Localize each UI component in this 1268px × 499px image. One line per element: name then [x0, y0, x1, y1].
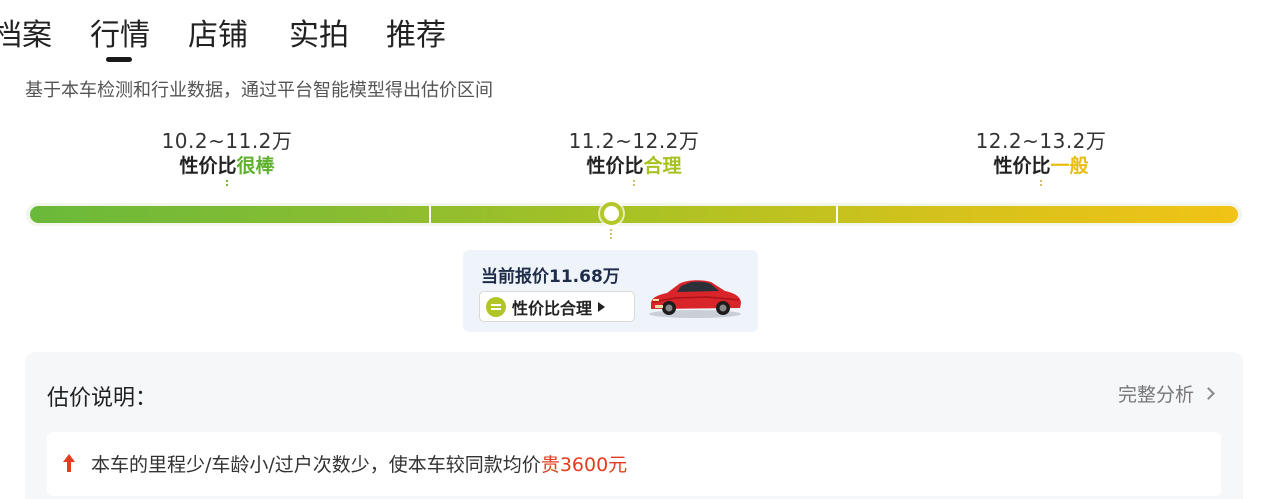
price-difference-highlight: 贵3600元 — [540, 454, 628, 476]
current-price-marker — [600, 202, 623, 225]
range-rating: 性价比很棒 — [97, 154, 357, 178]
price-bar — [30, 206, 1238, 223]
price-difference-note: 本车的里程少/车龄小/过户次数少，使本车较同款均价贵3600元 — [47, 432, 1221, 496]
active-tab-indicator — [106, 57, 132, 62]
marker-connector — [610, 229, 612, 241]
rating-level: 合理 — [643, 155, 682, 177]
tab-photos[interactable]: 实拍 — [289, 14, 349, 58]
note-text: 本车的里程少/车龄小/过户次数少，使本车较同款均价贵3600元 — [91, 450, 627, 477]
full-analysis-label: 完整分析 — [1117, 384, 1194, 406]
full-analysis-link[interactable]: 完整分析 — [1117, 380, 1215, 407]
arrow-up-icon — [63, 454, 75, 472]
rating-prefix: 性价比 — [586, 155, 644, 177]
dotted-connector — [226, 180, 228, 188]
chevron-right-icon — [1202, 387, 1215, 400]
play-arrow-icon — [598, 301, 606, 312]
range-price: 12.2~13.2万 — [975, 129, 1107, 153]
range-price: 11.2~12.2万 — [568, 129, 700, 153]
rating-prefix: 性价比 — [993, 155, 1051, 177]
tab-recommend[interactable]: 推荐 — [386, 14, 446, 58]
bar-divider — [836, 206, 838, 223]
red-sedan-image — [649, 280, 741, 318]
tab-store[interactable]: 店铺 — [188, 14, 248, 58]
value-rating-label: 性价比合理 — [512, 298, 593, 318]
range-rating: 性价比合理 — [504, 154, 764, 178]
explanation-title: 估价说明： — [47, 386, 158, 411]
range-average: 12.2~13.2万 性价比一般 — [911, 128, 1171, 188]
range-great: 10.2~11.2万 性价比很棒 — [97, 128, 357, 188]
valuation-explanation-card: 估价说明： 完整分析 本车的里程少/车龄小/过户次数少，使本车较同款均价贵360… — [25, 352, 1243, 499]
bar-divider — [429, 206, 431, 223]
current-quote-price: 当前报价11.68万 — [481, 267, 620, 287]
tab-archive[interactable]: 档案 — [0, 14, 52, 58]
tab-market[interactable]: 行情 — [90, 14, 150, 58]
range-reasonable: 11.2~12.2万 性价比合理 — [504, 128, 764, 188]
rating-prefix: 性价比 — [179, 155, 237, 177]
rating-level: 一般 — [1050, 155, 1089, 177]
range-price: 10.2~11.2万 — [161, 129, 293, 153]
dotted-connector — [1040, 180, 1042, 188]
value-rating-button[interactable]: 性价比合理 — [479, 291, 635, 322]
valuation-description: 基于本车检测和行业数据，通过平台智能模型得出估价区间 — [25, 80, 493, 101]
dotted-connector — [633, 180, 635, 188]
equal-circle-icon — [486, 296, 506, 317]
current-quote-card: 当前报价11.68万 性价比合理 — [463, 250, 758, 332]
note-body: 本车的里程少/车龄小/过户次数少，使本车较同款均价 — [91, 454, 541, 476]
range-rating: 性价比一般 — [911, 154, 1171, 178]
rating-level: 很棒 — [236, 155, 275, 177]
